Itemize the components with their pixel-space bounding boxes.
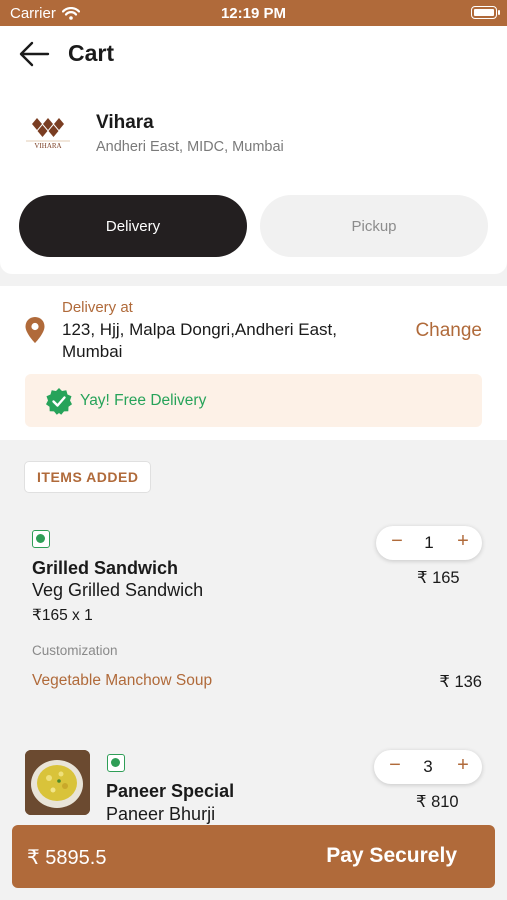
logo-text: VIHARA [34,142,61,150]
status-bar: Carrier 12:19 PM [0,0,507,26]
change-address-button[interactable]: Change [415,320,482,342]
customization-name: Vegetable Manchow Soup [32,672,213,689]
free-delivery-banner: Yay! Free Delivery [25,374,482,427]
delivery-toggle-button[interactable]: Delivery [19,195,247,257]
status-time: 12:19 PM [220,5,287,22]
veg-icon [32,530,50,548]
page-title: Cart [68,40,115,66]
quantity-stepper: − 1 + [376,526,482,560]
location-pin-icon [25,317,45,343]
items-added-label: ITEMS ADDED [24,461,152,493]
restaurant-logo: VIHARA [26,118,70,150]
item-name: Grilled Sandwich [32,558,179,578]
restaurant-address: Andheri East, MIDC, Mumbai [96,139,284,155]
pay-securely-button[interactable]: Pay Securely [326,844,457,868]
item-variant: Veg Grilled Sandwich [32,580,204,600]
verified-badge-icon [46,388,72,415]
nav-header: Cart [0,26,507,84]
pay-bar[interactable]: ₹ 5895.5 Pay Securely [12,825,495,888]
customization-price: ₹ 136 [439,673,482,691]
pickup-toggle-button[interactable]: Pickup [260,195,488,257]
cart-total: ₹ 5895.5 [27,847,107,869]
item-variant: Paneer Bhurji [106,804,216,824]
back-arrow-icon[interactable] [18,40,50,68]
increase-quantity-button[interactable]: + [454,754,472,777]
item-name: Paneer Special [106,781,235,801]
restaurant-name: Vihara [96,112,154,133]
free-delivery-text: Yay! Free Delivery [80,392,207,409]
item-price: ₹ 165 [417,569,460,587]
item-thumbnail [25,750,90,815]
item-unit-price: ₹165 x 1 [32,607,93,624]
delivery-at-label: Delivery at [62,299,133,316]
veg-icon [107,754,125,772]
battery-icon [471,6,500,19]
customization-label: Customization [32,643,118,658]
quantity-stepper: − 3 + [374,750,482,784]
food-image [25,750,90,815]
item-price: ₹ 810 [416,793,459,811]
delivery-address: 123, Hjj, Malpa Dongri,Andheri East, Mum… [62,320,337,361]
increase-quantity-button[interactable]: + [454,530,472,553]
